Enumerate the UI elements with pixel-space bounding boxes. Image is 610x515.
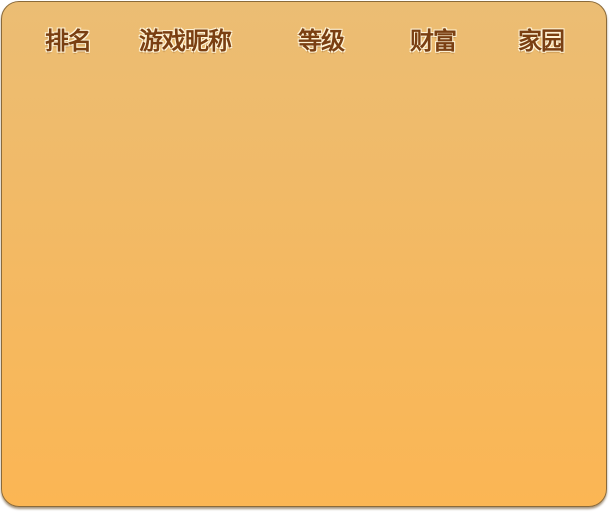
column-header-wealth: 财富	[410, 27, 457, 55]
column-header-level: 等级	[298, 27, 345, 55]
leaderboard-header: 排名 游戏昵称 等级 财富 家园	[2, 24, 606, 58]
column-header-rank: 排名	[45, 27, 92, 55]
column-header-nickname: 游戏昵称	[139, 27, 232, 55]
column-header-home: 家园	[518, 27, 565, 55]
leaderboard-rows	[16, 68, 594, 494]
leaderboard-panel: 排名 游戏昵称 等级 财富 家园	[1, 1, 607, 507]
